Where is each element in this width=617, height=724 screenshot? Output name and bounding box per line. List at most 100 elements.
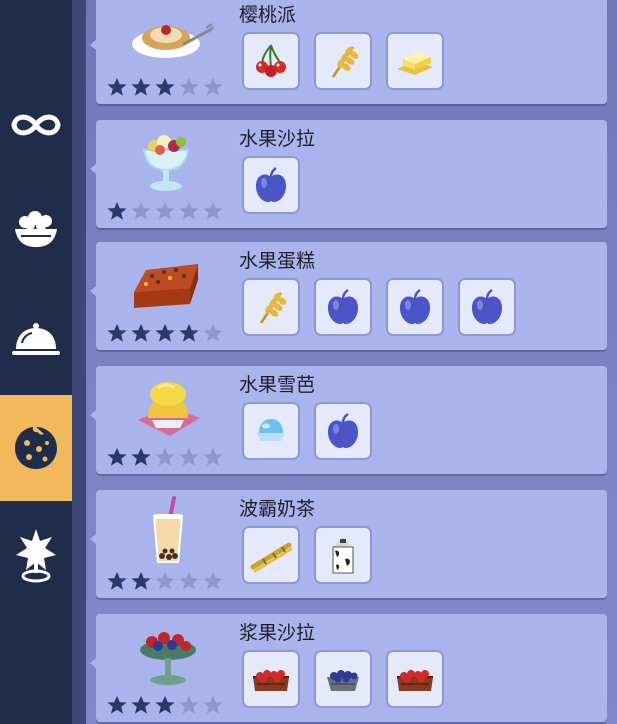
star-empty-icon — [203, 571, 223, 590]
star-rating — [106, 322, 224, 344]
star-empty-icon — [179, 571, 199, 590]
recipe-name: 樱桃派 — [239, 4, 297, 26]
star-filled-icon — [107, 447, 127, 466]
apple-icon — [256, 166, 286, 202]
recipe-name: 浆果沙拉 — [239, 622, 316, 644]
category-sidebar — [0, 0, 72, 724]
tab-special[interactable] — [0, 505, 72, 605]
recipe-name: 水果蛋糕 — [239, 250, 316, 272]
milk-carton-icon — [332, 537, 354, 574]
tab-desserts[interactable] — [0, 395, 72, 501]
star-filled-icon — [155, 77, 175, 96]
tab-salads[interactable] — [0, 180, 72, 280]
ingredient-slot[interactable] — [242, 526, 300, 584]
star-empty-icon — [203, 447, 223, 466]
star-filled-icon — [131, 571, 151, 590]
cookie-icon — [15, 427, 57, 469]
blueberry-basket-icon — [327, 670, 359, 691]
card-pointer — [90, 534, 96, 544]
star-rating — [106, 570, 224, 592]
berry-salad-icon — [124, 620, 214, 690]
ingredient-list — [242, 156, 300, 214]
star-filled-icon — [107, 323, 127, 342]
ingredient-slot[interactable] — [314, 650, 372, 708]
star-filled-icon — [107, 695, 127, 714]
apple-icon — [328, 288, 358, 324]
wheat-icon — [259, 292, 287, 324]
star-filled-icon — [131, 77, 151, 96]
apple-icon — [472, 288, 502, 324]
star-filled-icon — [155, 323, 175, 342]
recipe-card[interactable]: 水果雪芭 — [90, 366, 607, 474]
cloche-icon — [12, 323, 60, 355]
ingredient-slot[interactable] — [242, 278, 300, 336]
recipe-card[interactable]: 水果蛋糕 — [90, 242, 607, 350]
sugarcane-icon — [250, 542, 293, 573]
recipe-card[interactable]: 水果沙拉 — [90, 120, 607, 228]
ingredient-list — [242, 32, 444, 90]
recipe-card[interactable]: 樱桃派 — [90, 0, 607, 104]
wheat-icon — [331, 46, 359, 78]
apple-icon — [400, 288, 430, 324]
berry-crate-icon — [253, 670, 289, 691]
ingredient-slot[interactable] — [314, 32, 372, 90]
tab-main-dishes[interactable] — [0, 290, 72, 390]
star-filled-icon — [107, 571, 127, 590]
star-empty-icon — [155, 201, 175, 220]
ingredient-list — [242, 278, 516, 336]
tab-infinite[interactable] — [0, 75, 72, 175]
recipe-name: 水果雪芭 — [239, 374, 316, 396]
ingredient-slot[interactable] — [242, 402, 300, 460]
ingredient-slot[interactable] — [314, 278, 372, 336]
recipe-list[interactable]: 樱桃派水果沙拉水果蛋糕水果雪芭波霸奶茶浆果沙拉 — [86, 0, 617, 724]
card-pointer — [90, 410, 96, 420]
star-empty-icon — [203, 695, 223, 714]
ingredient-slot[interactable] — [314, 526, 372, 584]
star-empty-icon — [203, 201, 223, 220]
star-filled-icon — [131, 695, 151, 714]
star-rating — [106, 76, 224, 98]
star-empty-icon — [203, 323, 223, 342]
recipe-card[interactable]: 波霸奶茶 — [90, 490, 607, 598]
star-empty-icon — [179, 201, 199, 220]
recipe-card[interactable]: 浆果沙拉 — [90, 614, 607, 722]
star-rating — [106, 446, 224, 468]
ingredient-slot[interactable] — [458, 278, 516, 336]
card-pointer — [90, 40, 96, 50]
star-empty-icon — [155, 571, 175, 590]
bubble-tea-icon — [124, 496, 214, 566]
cherry-icon — [256, 44, 286, 77]
star-filled-icon — [131, 447, 151, 466]
ingredient-slot[interactable] — [386, 278, 444, 336]
ingredient-slot[interactable] — [386, 650, 444, 708]
card-pointer — [90, 286, 96, 296]
star-filled-icon — [155, 695, 175, 714]
ingredient-list — [242, 526, 372, 584]
infinity-icon — [11, 114, 61, 136]
fruit-sorbet-icon — [124, 372, 214, 442]
cherry-pie-icon — [124, 2, 215, 72]
star-rating — [106, 694, 224, 716]
ingredient-list — [242, 650, 444, 708]
star-empty-icon — [203, 77, 223, 96]
fruit-cake-icon — [124, 248, 214, 318]
ingredient-list — [242, 402, 372, 460]
butter-icon — [397, 52, 433, 75]
star-empty-icon — [131, 201, 151, 220]
star-pin-icon — [16, 529, 56, 583]
star-empty-icon — [155, 447, 175, 466]
ingredient-slot[interactable] — [314, 402, 372, 460]
ice-icon — [257, 419, 285, 441]
ingredient-slot[interactable] — [242, 650, 300, 708]
star-empty-icon — [179, 77, 199, 96]
ingredient-slot[interactable] — [242, 32, 300, 90]
recipe-name: 水果沙拉 — [239, 128, 316, 150]
fruit-salad-icon — [124, 126, 214, 196]
ingredient-slot[interactable] — [386, 32, 444, 90]
sidebar-divider — [72, 0, 86, 724]
star-empty-icon — [179, 695, 199, 714]
ingredient-slot[interactable] — [242, 156, 300, 214]
card-pointer — [90, 164, 96, 174]
apple-icon — [328, 412, 358, 448]
card-pointer — [90, 658, 96, 668]
